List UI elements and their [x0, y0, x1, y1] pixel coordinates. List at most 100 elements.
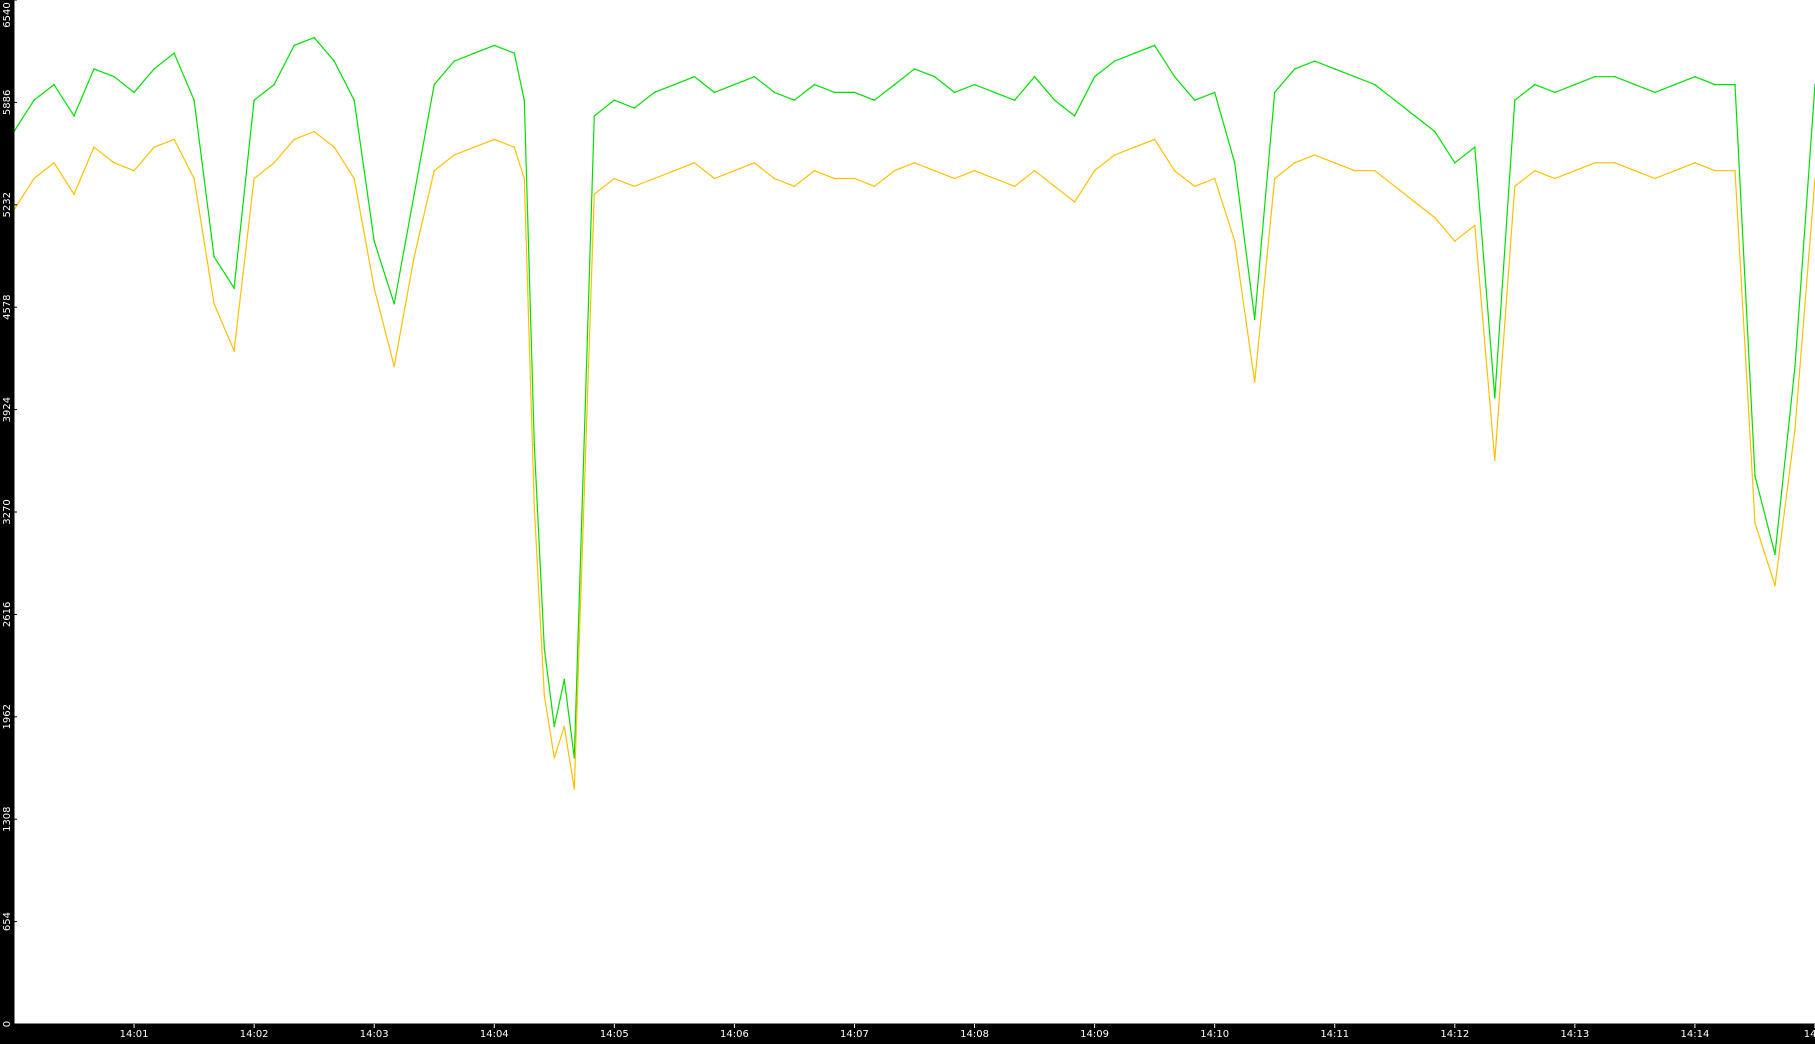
y-tick-label: 0 [2, 1021, 13, 1027]
data-point [1253, 381, 1256, 383]
data-point [813, 83, 816, 86]
data-point [1333, 68, 1336, 70]
data-point [53, 162, 55, 164]
data-point [653, 177, 656, 180]
data-point [393, 303, 396, 305]
data-point [1353, 169, 1356, 172]
data-point [153, 146, 155, 148]
data-point [73, 115, 75, 117]
data-point [1414, 115, 1416, 117]
data-point [1614, 75, 1616, 78]
data-point [1754, 522, 1756, 524]
data-point [1013, 99, 1016, 101]
data-point [33, 99, 35, 101]
data-point [693, 75, 696, 78]
data-point [1654, 91, 1656, 94]
data-point [833, 91, 836, 94]
data-point [1714, 169, 1716, 172]
data-point [473, 52, 476, 54]
data-point [1434, 130, 1436, 133]
data-point [873, 185, 876, 188]
data-point [753, 162, 756, 164]
data-point [1173, 75, 1176, 78]
data-point [593, 115, 596, 117]
data-point [533, 443, 536, 446]
data-point [1614, 162, 1616, 164]
data-point [993, 91, 996, 94]
data-point [1033, 75, 1036, 78]
data-point [1554, 177, 1556, 180]
data-point [1534, 83, 1536, 86]
data-point [333, 60, 336, 62]
data-point [633, 185, 636, 188]
data-point [1193, 99, 1196, 101]
data-point [953, 177, 956, 180]
data-point [53, 83, 55, 86]
y-tick-label: 654 [2, 912, 13, 931]
data-point [453, 154, 456, 156]
data-point [1053, 99, 1056, 101]
data-point [673, 83, 676, 86]
data-point [733, 83, 736, 86]
data-point [773, 91, 776, 94]
data-point [1474, 224, 1476, 227]
data-point [653, 91, 656, 94]
data-point [893, 83, 896, 86]
data-point [273, 162, 275, 164]
data-point [543, 694, 546, 696]
y-tick-label: 2616 [2, 602, 13, 627]
data-point [1454, 240, 1456, 242]
data-point [1794, 428, 1796, 430]
data-point [1634, 83, 1636, 86]
data-point [633, 107, 636, 109]
data-point [753, 75, 756, 78]
data-point [1153, 138, 1156, 141]
data-point [493, 138, 496, 141]
data-point [33, 177, 35, 180]
data-point [1073, 115, 1076, 117]
data-point [773, 177, 776, 180]
y-tick-label: 1308 [2, 806, 13, 831]
data-point [793, 185, 796, 188]
data-point [1353, 75, 1356, 78]
data-point [563, 678, 566, 681]
data-point [233, 287, 235, 289]
x-tick-label: 14:11 [1320, 1029, 1349, 1039]
data-point [673, 169, 676, 172]
data-point [853, 177, 856, 180]
data-point [513, 52, 516, 54]
data-point [1494, 396, 1496, 399]
data-point [1193, 185, 1196, 188]
data-point [1033, 169, 1036, 172]
x-tick-label: 14:10 [1200, 1029, 1229, 1039]
data-point [1414, 201, 1416, 203]
data-point [1133, 52, 1136, 54]
data-point [173, 52, 175, 54]
y-tick-label: 6540 [2, 2, 13, 27]
data-point [833, 177, 836, 180]
data-point [1233, 240, 1236, 242]
data-point [1053, 185, 1056, 188]
data-point [1093, 169, 1096, 172]
plot-area [14, 0, 1815, 1024]
data-point [1434, 216, 1436, 219]
y-tick-label: 3270 [2, 499, 13, 524]
data-point [1253, 318, 1256, 321]
data-point [1654, 177, 1656, 180]
data-point [1594, 162, 1596, 164]
data-point [1093, 75, 1096, 78]
data-point [1794, 365, 1796, 368]
data-point [313, 36, 316, 39]
data-point [793, 99, 796, 101]
data-point [133, 169, 135, 172]
data-point [1514, 185, 1516, 188]
data-point [1734, 169, 1736, 172]
data-point [213, 255, 215, 258]
data-point [563, 725, 566, 728]
data-point [313, 130, 316, 133]
y-tick-label: 4578 [2, 294, 13, 319]
x-tick-label: 14:08 [960, 1029, 989, 1039]
data-point [253, 177, 255, 180]
data-point [933, 169, 936, 172]
x-tick-label: 14:03 [360, 1029, 389, 1039]
